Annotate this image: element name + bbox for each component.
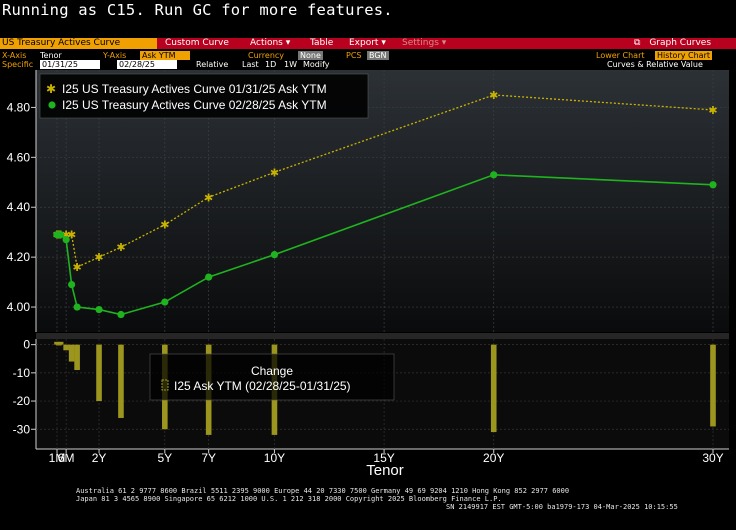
change-bar [118, 344, 124, 418]
change-bar [57, 341, 64, 345]
curve-title-field[interactable]: US Treasury Actives Curve [0, 38, 157, 49]
upper-legend: ✱ I25 US Treasury Actives Curve 01/31/25… [39, 73, 369, 119]
series-0131-point: ✱ [94, 251, 103, 264]
change-bar [68, 344, 75, 362]
lower-legend-title: Change [251, 364, 293, 378]
x-tick-label: 20Y [483, 451, 504, 465]
menu-settings[interactable]: Settings ▾ [402, 38, 446, 49]
series-0228-point [161, 298, 169, 306]
menu-actions[interactable]: Actions ▾ [250, 38, 290, 49]
terminal-bar: Running as C15. Run GC for more features… [0, 0, 736, 22]
x-tick-label: 5Y [157, 451, 172, 465]
footer-line-2: Japan 81 3 4565 8900 Singapore 65 6212 1… [76, 495, 502, 503]
footer: Australia 61 2 9777 8600 Brazil 5511 239… [0, 486, 736, 530]
series-0131-point: ✱ [116, 241, 125, 254]
yield-curve-chart: 4.004.204.404.604.80 0-10-20-30 ✱✱✱✱✱✱✱✱… [7, 70, 729, 478]
lower-chart-select[interactable]: History Chart [655, 51, 712, 60]
change-bar [63, 344, 69, 351]
menu-table[interactable]: Table [310, 38, 333, 49]
series-0131-point: ✱ [708, 104, 717, 117]
series-0131-point: ✱ [270, 166, 279, 179]
xaxis-label: X-Axis [2, 51, 27, 60]
x-axis-title: Tenor [366, 462, 404, 478]
terminal-message: Running as C15. Run GC for more features… [2, 1, 393, 19]
change-bar [96, 344, 102, 402]
legend-dot-icon [48, 101, 56, 109]
y-tick-label: 4.80 [7, 100, 31, 114]
graph-curves-label: Graph Curves [649, 38, 712, 48]
pcs-select[interactable]: BGN [367, 51, 389, 60]
lower-chart-label: Lower Chart [596, 51, 645, 60]
x-tick-label: 2Y [92, 451, 107, 465]
change-bar [490, 344, 497, 433]
currency-label: Currency [248, 51, 285, 60]
series-0228-point [68, 280, 76, 289]
series-0228-point [270, 251, 279, 259]
change-bar [74, 344, 80, 371]
change-bar [710, 344, 716, 427]
menu-custom-curve[interactable]: Custom Curve [165, 38, 229, 49]
control-bar: X-Axis Tenor Y-Axis Ask YTM Currency Non… [0, 50, 736, 69]
x-tick-label: 7Y [201, 451, 216, 465]
pane-divider[interactable] [36, 333, 729, 339]
legend-item-1: I25 US Treasury Actives Curve 01/31/25 A… [62, 82, 327, 96]
external-link-icon: ⧉ [634, 38, 641, 48]
menu-export[interactable]: Export ▾ [349, 38, 386, 49]
y-tick-label: 4.60 [7, 150, 31, 164]
graph-curves-button[interactable]: ⧉ Graph Curves [634, 38, 711, 49]
series-0228-point [205, 273, 213, 281]
series-0131-point: ✱ [204, 191, 213, 204]
xaxis-value[interactable]: Tenor [40, 51, 62, 60]
series-0228-point [490, 171, 498, 179]
series-0228-point [709, 181, 717, 189]
menu-bar: US Treasury Actives Curve Custom Curve A… [0, 38, 736, 49]
currency-select[interactable]: None [298, 51, 323, 60]
y-tick-label: 4.00 [7, 300, 31, 314]
legend-star-icon: ✱ [46, 82, 56, 96]
series-0131-point: ✱ [489, 89, 498, 102]
y-tick-label: 4.20 [7, 250, 31, 264]
yaxis-select[interactable]: Ask YTM [140, 51, 190, 60]
series-0131-point: ✱ [160, 219, 169, 232]
footer-line-3: SN 2149917 EST GMT-5:00 ba1979-173 04-Ma… [446, 503, 678, 511]
footer-line-1: Australia 61 2 9777 8600 Brazil 5511 239… [76, 487, 570, 495]
series-0228-point [95, 305, 103, 314]
y-tick-label-lower: -20 [13, 394, 31, 408]
lower-legend: Change I25 Ask YTM (02/28/25-01/31/25) [149, 353, 395, 401]
change-bar [56, 344, 62, 346]
y-tick-label-lower: -10 [13, 366, 31, 380]
series-0131-point: ✱ [72, 261, 81, 274]
series-0228-point [62, 236, 70, 244]
series-0228-point [117, 310, 125, 319]
pcs-label: PCS [346, 51, 362, 60]
y-tick-label-lower: 0 [23, 338, 30, 352]
y-tick-label: 4.40 [7, 200, 31, 214]
series-0228-point [57, 231, 65, 239]
yaxis-label: Y-Axis [103, 51, 127, 60]
series-0228-point [73, 303, 81, 311]
x-tick-label: 6M [58, 451, 75, 465]
lower-legend-item: I25 Ask YTM (02/28/25-01/31/25) [174, 379, 351, 393]
legend-item-2: I25 US Treasury Actives Curve 02/28/25 A… [62, 98, 327, 112]
x-tick-label: 30Y [702, 451, 723, 465]
y-tick-label-lower: -30 [13, 422, 31, 436]
x-tick-label: 10Y [264, 451, 285, 465]
